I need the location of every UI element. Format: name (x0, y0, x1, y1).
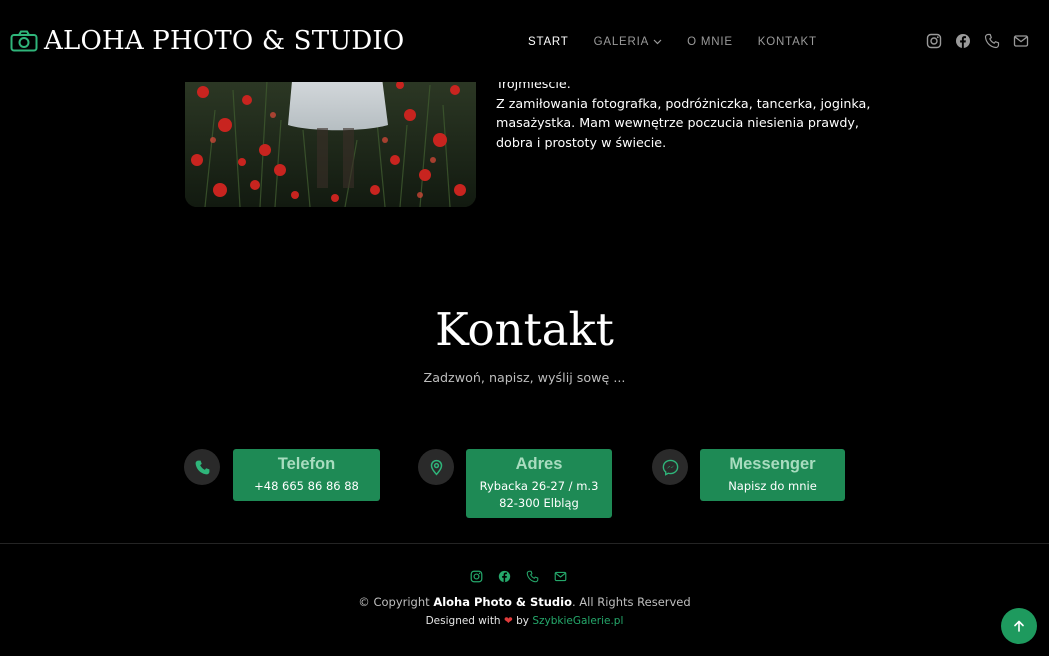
copyright: © Copyright Aloha Photo & Studio. All Ri… (0, 595, 1049, 609)
address-card[interactable]: Adres Rybacka 26-27 / m.3 82-300 Elbląg (466, 449, 612, 518)
phone-icon[interactable] (526, 570, 539, 583)
mail-icon[interactable] (1013, 33, 1029, 49)
instagram-icon[interactable] (926, 33, 942, 49)
phone-icon-circle (184, 449, 220, 485)
phone-icon[interactable] (984, 33, 1000, 49)
address-line: Rybacka 26-27 / m.3 (479, 479, 599, 493)
nav-item-o-mnie[interactable]: O MNIE (687, 36, 733, 48)
camera-icon (10, 30, 38, 52)
card-title: Messenger (729, 455, 816, 473)
about-line: Z zamiłowania fotografka, podróżniczka, … (496, 95, 871, 111)
designed-prefix: Designed with (425, 615, 504, 627)
mail-icon[interactable] (554, 570, 567, 583)
copyright-brand: Aloha Photo & Studio (433, 595, 572, 609)
messenger-icon (662, 459, 678, 476)
nav-item-label: START (528, 36, 569, 48)
nav-item-galeria[interactable]: GALERIA (594, 36, 662, 48)
arrow-up-icon (1014, 620, 1024, 632)
heart-icon: ❤ (503, 615, 513, 627)
nav-item-label: GALERIA (593, 36, 650, 48)
map-pin-icon-circle (418, 449, 454, 485)
designer-link[interactable]: SzybkieGalerie.pl (532, 615, 623, 627)
nav-item-start[interactable]: START (528, 36, 569, 48)
nav-item-label: KONTAKT (757, 36, 817, 48)
designed-by: by (512, 615, 533, 627)
map-pin-icon (430, 459, 442, 475)
contact-title: Kontakt (435, 303, 614, 356)
messenger-card[interactable]: Messenger Napisz do mnie (700, 449, 845, 501)
phone-number: +48 665 86 86 88 (254, 479, 359, 493)
back-to-top-button[interactable] (1001, 608, 1037, 644)
card-title: Telefon (277, 455, 336, 473)
about-line: masażystka. Mam wewnętrze poczucia niesi… (496, 115, 859, 131)
facebook-icon[interactable] (498, 570, 511, 583)
main-nav: START GALERIA O MNIE KONTAKT (528, 34, 842, 50)
messenger-text: Napisz do mnie (728, 479, 817, 493)
brand-title: ALOHA PHOTO & STUDIO (44, 26, 405, 56)
designed-with: Designed with ❤ by SzybkieGalerie.pl (0, 615, 1049, 627)
footer-divider (0, 543, 1049, 544)
instagram-icon[interactable] (470, 570, 483, 583)
copyright-suffix: . All Rights Reserved (572, 595, 691, 609)
about-line: dobra i prostoty w świecie. (496, 134, 667, 150)
copyright-prefix: © Copyright (358, 595, 434, 609)
phone-icon (195, 460, 209, 474)
phone-card[interactable]: Telefon +48 665 86 86 88 (233, 449, 380, 501)
nav-item-kontakt[interactable]: KONTAKT (758, 36, 817, 48)
contact-subtitle: Zadzwoń, napisz, wyślij sowę ... (423, 370, 626, 385)
footer-social-links (470, 570, 582, 583)
messenger-icon-circle (652, 449, 688, 485)
nav-item-label: O MNIE (687, 36, 733, 48)
chevron-down-icon (653, 39, 662, 45)
brand-logo[interactable]: ALOHA PHOTO & STUDIO (10, 24, 404, 58)
address-line: 82-300 Elbląg (499, 496, 579, 510)
header-social-links (926, 33, 1042, 49)
facebook-icon[interactable] (955, 33, 971, 49)
about-photo (185, 70, 476, 207)
card-title: Adres (515, 455, 563, 473)
about-text: Trójmieście. Z zamiłowania fotografka, p… (496, 74, 871, 152)
site-header: ALOHA PHOTO & STUDIO START GALERIA O MNI… (0, 0, 1049, 82)
